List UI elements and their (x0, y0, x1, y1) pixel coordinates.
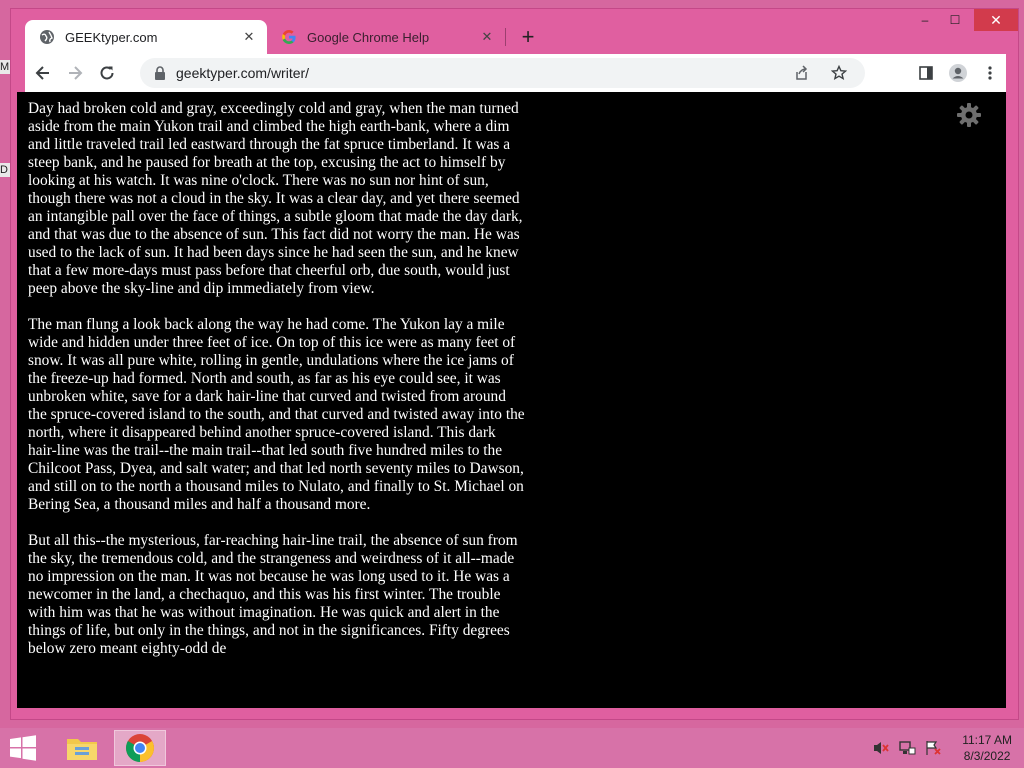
close-window-button[interactable]: ✕ (974, 9, 1018, 31)
toolbar-right-actions (910, 57, 1006, 89)
tab-geektyper[interactable]: GEEKtyper.com ✕ (25, 20, 267, 54)
tab-label: GEEKtyper.com (65, 29, 158, 45)
reload-icon[interactable] (91, 57, 123, 89)
page-content[interactable]: Day had broken cold and gray, exceedingl… (17, 92, 1006, 708)
windows-start-icon[interactable] (8, 734, 38, 762)
volume-muted-icon[interactable] (871, 738, 891, 758)
menu-kebab-icon[interactable] (974, 57, 1006, 89)
back-arrow-icon[interactable] (27, 57, 59, 89)
clock-time: 11:17 AM (962, 733, 1012, 747)
taskbar: 11:17 AM 8/3/2022 (0, 728, 1024, 768)
new-tab-button[interactable]: + (517, 26, 539, 48)
address-bar[interactable]: geektyper.com/writer/ (140, 58, 865, 88)
globe-icon (39, 29, 55, 45)
tab-label: Google Chrome Help (307, 29, 430, 45)
bookmark-star-icon[interactable] (823, 57, 855, 89)
maximize-button[interactable]: ☐ (940, 9, 970, 31)
tab-close-icon[interactable]: ✕ (479, 29, 495, 45)
typed-text-area: Day had broken cold and gray, exceedingl… (28, 100, 528, 676)
url-text: geektyper.com/writer/ (176, 65, 310, 81)
clock[interactable]: 11:17 AM 8/3/2022 (962, 732, 1012, 764)
tab-close-icon[interactable]: ✕ (241, 29, 257, 45)
desktop-icon-fragment: M (0, 60, 10, 74)
side-panel-icon[interactable] (910, 57, 942, 89)
paragraph: Day had broken cold and gray, exceedingl… (28, 100, 523, 297)
omnibox-actions (785, 58, 855, 88)
window-controls: – ☐ ✕ (910, 9, 1018, 31)
paragraph: But all this--the mysterious, far-reachi… (28, 532, 518, 657)
tab-strip: GEEKtyper.com ✕ Google Chrome Help ✕ + –… (11, 9, 1018, 54)
system-tray: 11:17 AM 8/3/2022 (868, 728, 1024, 768)
settings-gear-icon[interactable] (956, 102, 982, 128)
share-icon[interactable] (785, 57, 817, 89)
paragraph: The man flung a look back along the way … (28, 316, 525, 513)
lock-icon (152, 65, 168, 81)
desktop-icon-fragment: D (0, 163, 10, 177)
profile-avatar-icon[interactable] (942, 57, 974, 89)
file-explorer-icon[interactable] (56, 730, 108, 766)
action-center-flag-icon[interactable] (923, 738, 943, 758)
network-icon[interactable] (897, 738, 917, 758)
browser-toolbar: geektyper.com/writer/ (25, 54, 1006, 92)
forward-arrow-icon[interactable] (59, 57, 91, 89)
chrome-icon[interactable] (114, 730, 166, 766)
tab-chrome-help[interactable]: Google Chrome Help ✕ (267, 20, 505, 54)
tab-separator (505, 28, 506, 46)
minimize-button[interactable]: – (910, 9, 940, 31)
google-icon (281, 29, 297, 45)
clock-date: 8/3/2022 (963, 749, 1011, 763)
